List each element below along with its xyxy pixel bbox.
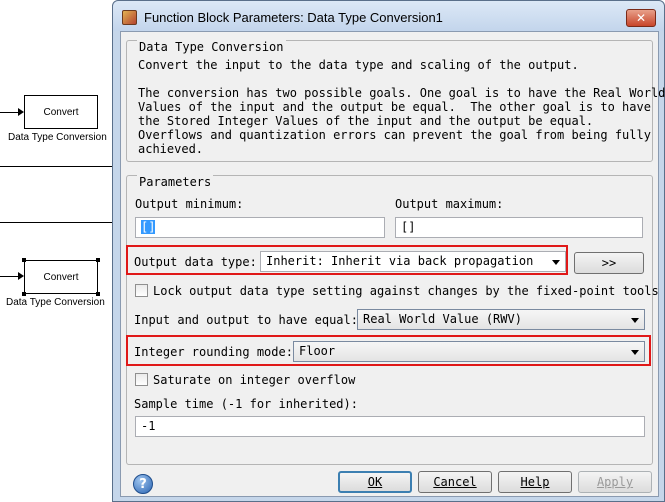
apply-button[interactable]: Apply [578, 471, 652, 493]
highlight-rounding-mode [126, 335, 651, 366]
description-line: Overflows and quantization errors can pr… [138, 128, 651, 142]
signal-line [0, 166, 112, 167]
description-line: the Stored Integer Values of the input a… [138, 114, 594, 128]
cancel-button[interactable]: Cancel [418, 471, 492, 493]
ok-button-label: OK [367, 475, 383, 489]
sample-time-label: Sample time (-1 for inherited): [134, 397, 358, 411]
output-maximum-value: [] [401, 220, 416, 234]
block-parameters-dialog: Function Block Parameters: Data Type Con… [112, 0, 665, 502]
apply-button-label: Apply [596, 475, 634, 489]
output-maximum-input[interactable]: [] [395, 217, 643, 238]
highlight-output-data-type [126, 245, 568, 275]
simulink-block-icon [122, 10, 137, 25]
lock-data-type-label[interactable]: Lock output data type setting against ch… [153, 284, 659, 298]
saturate-checkbox[interactable] [135, 373, 148, 386]
ok-button[interactable]: OK [338, 471, 412, 493]
description-line: Convert the input to the data type and s… [138, 58, 579, 72]
description-line: The conversion has two possible goals. O… [138, 86, 665, 100]
output-minimum-value: [] [141, 220, 156, 234]
description-group: Data Type Conversion Convert the input t… [126, 40, 665, 162]
saturate-label[interactable]: Saturate on integer overflow [153, 373, 355, 387]
help-icon[interactable]: ? [133, 474, 153, 494]
output-minimum-input[interactable]: [] [135, 217, 385, 238]
input-output-equal-select[interactable]: Real World Value (RWV) [357, 309, 645, 330]
description-line: Values of the input and the output be eq… [138, 100, 651, 114]
selection-handle[interactable] [96, 258, 100, 262]
description-group-title: Data Type Conversion [137, 40, 286, 54]
output-minimum-label: Output minimum: [135, 197, 244, 211]
lock-data-type-checkbox[interactable] [135, 284, 148, 297]
input-output-equal-value: Real World Value (RWV) [363, 312, 522, 326]
data-type-assistant-label: >> [601, 256, 617, 270]
sample-time-input[interactable]: -1 [135, 416, 645, 437]
dialog-body: Data Type Conversion Convert the input t… [120, 31, 665, 497]
selection-handle[interactable] [22, 292, 26, 296]
signal-line [0, 276, 18, 277]
input-output-equal-label: Input and output to have equal: [134, 313, 358, 327]
chevron-down-icon [631, 318, 639, 323]
title-bar[interactable]: Function Block Parameters: Data Type Con… [113, 1, 664, 31]
output-maximum-label: Output maximum: [395, 197, 504, 211]
sample-time-value: -1 [141, 419, 156, 433]
block-label: Convert [43, 271, 79, 283]
description-line: achieved. [138, 142, 204, 156]
block-caption: Data Type Conversion [6, 297, 105, 308]
data-type-assistant-button[interactable]: >> [574, 252, 644, 274]
block-label: Convert [43, 106, 79, 118]
convert-block-1[interactable]: Convert [24, 95, 98, 129]
help-button-label: Help [520, 475, 550, 489]
cancel-button-label: Cancel [433, 475, 477, 489]
signal-line [0, 222, 112, 223]
parameters-group-title: Parameters [137, 175, 214, 189]
close-button[interactable]: ✕ [626, 9, 656, 27]
selection-handle[interactable] [22, 258, 26, 262]
help-button[interactable]: Help [498, 471, 572, 493]
selection-handle[interactable] [96, 292, 100, 296]
signal-line [0, 112, 18, 113]
window-title: Function Block Parameters: Data Type Con… [144, 10, 443, 25]
convert-block-2[interactable]: Convert [24, 260, 98, 294]
block-caption: Data Type Conversion [8, 132, 107, 143]
close-icon: ✕ [635, 11, 647, 25]
